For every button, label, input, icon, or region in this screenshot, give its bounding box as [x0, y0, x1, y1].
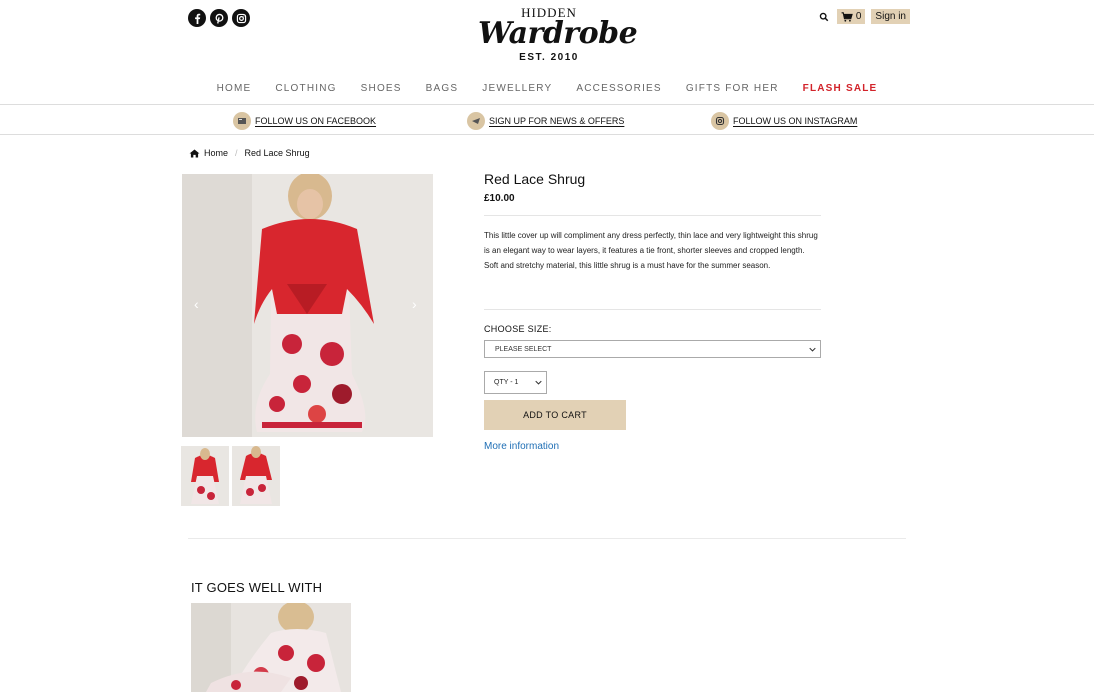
logo-line3: EST. 2010 [519, 52, 579, 63]
product-price: £10.00 [484, 193, 515, 204]
newsletter-icon [467, 112, 485, 130]
pinterest-icon[interactable] [210, 9, 228, 27]
product-title: Red Lace Shrug [484, 171, 586, 187]
nav-item-home[interactable]: HOME [205, 83, 264, 94]
breadcrumb-separator: / [235, 148, 238, 158]
breadcrumb: Home / Red Lace Shrug [189, 148, 310, 158]
site-logo[interactable]: HIDDEN Wardrobe EST. 2010 [478, 6, 638, 64]
nav-item-bags[interactable]: BAGS [414, 83, 471, 94]
instagram-promo-icon [711, 112, 729, 130]
promo-instagram-label: FOLLOW US ON INSTAGRAM [733, 116, 858, 126]
promo-instagram-link[interactable]: FOLLOW US ON INSTAGRAM [711, 112, 857, 130]
product-thumbnail-1[interactable] [181, 446, 229, 506]
facebook-icon[interactable] [188, 9, 206, 27]
nav-item-accessories[interactable]: ACCESSORIES [564, 83, 673, 94]
quantity-select[interactable]: QTY - 1 [484, 371, 547, 394]
nav-item-shoes[interactable]: SHOES [349, 83, 414, 94]
add-to-cart-button[interactable]: ADD TO CART [484, 400, 626, 430]
nav-item-clothing[interactable]: CLOTHING [263, 83, 348, 94]
home-icon [189, 148, 200, 158]
more-information-link[interactable]: More information [484, 441, 559, 452]
gallery-next-arrow[interactable]: › [412, 296, 417, 312]
section-divider [188, 538, 906, 539]
info-divider-2 [484, 309, 821, 310]
cart-count: 0 [855, 11, 862, 22]
product-main-image[interactable] [182, 174, 433, 437]
main-nav: HOME CLOTHING SHOES BAGS JEWELLERY ACCES… [0, 83, 1094, 94]
breadcrumb-home[interactable]: Home [204, 148, 228, 158]
instagram-icon[interactable] [232, 9, 250, 27]
related-title: IT GOES WELL WITH [191, 580, 323, 595]
chevron-down-icon [809, 347, 816, 352]
breadcrumb-current: Red Lace Shrug [244, 148, 310, 158]
size-label: CHOOSE SIZE: [484, 324, 552, 334]
social-links [188, 9, 250, 27]
info-divider [484, 215, 821, 216]
promo-band: FOLLOW US ON FACEBOOK SIGN UP FOR NEWS &… [0, 104, 1094, 135]
product-thumbnail-2[interactable] [232, 446, 280, 506]
promo-facebook-link[interactable]: FOLLOW US ON FACEBOOK [233, 112, 376, 130]
related-product-image[interactable] [191, 603, 351, 692]
signin-button[interactable]: Sign in [871, 9, 910, 24]
cart-button[interactable]: 0 [836, 9, 866, 24]
promo-facebook-label: FOLLOW US ON FACEBOOK [255, 116, 377, 126]
promo-newsletter-link[interactable]: SIGN UP FOR NEWS & OFFERS [467, 112, 624, 130]
quantity-select-value: QTY - 1 [494, 379, 519, 386]
header-tools: 0 Sign in [817, 9, 910, 24]
nav-item-gifts-for-her[interactable]: GIFTS FOR HER [674, 83, 791, 94]
size-select[interactable]: PLEASE SELECT [484, 340, 821, 358]
promo-newsletter-label: SIGN UP FOR NEWS & OFFERS [489, 116, 625, 126]
nav-item-flash-sale[interactable]: FLASH SALE [791, 83, 890, 94]
nav-item-jewellery[interactable]: JEWELLERY [470, 83, 564, 94]
facebook-promo-icon [233, 112, 251, 130]
search-icon[interactable] [817, 10, 831, 24]
gallery-prev-arrow[interactable]: ‹ [194, 296, 199, 312]
cart-icon [841, 11, 853, 22]
size-select-value: PLEASE SELECT [495, 345, 552, 353]
product-info: Red Lace Shrug £10.00 This little cover … [484, 171, 821, 273]
chevron-down-icon [535, 380, 542, 385]
product-description: This little cover up will compliment any… [484, 231, 818, 270]
logo-line2: Wardrobe [478, 16, 638, 51]
